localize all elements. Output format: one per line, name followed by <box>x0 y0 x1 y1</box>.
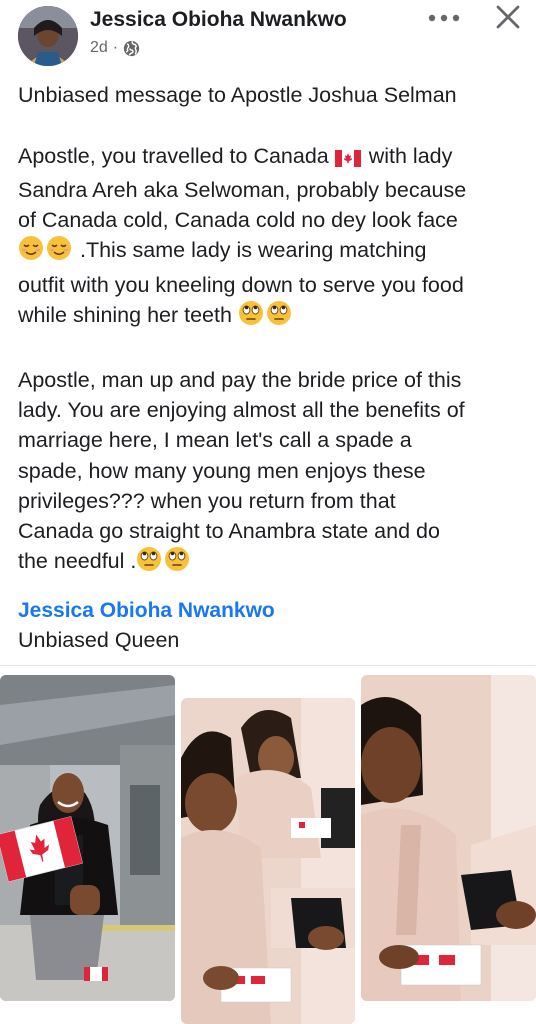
close-button[interactable] <box>488 0 528 34</box>
post-line: outfit with you kneeling down to serve y… <box>18 272 464 297</box>
eye-roll-emoji <box>238 300 264 334</box>
post-line: privileges??? when you return from that <box>18 488 396 513</box>
post-line: Apostle, man up and pay the bride price … <box>18 367 462 392</box>
post-line: Apostle, you travelled to Canada with la… <box>18 141 523 175</box>
eye-roll-emoji <box>164 546 190 580</box>
signature-name-link[interactable]: Jessica Obioha Nwankwo <box>18 599 275 623</box>
author-name[interactable]: Jessica Obioha Nwankwo <box>90 8 347 32</box>
more-options-button[interactable] <box>420 4 468 32</box>
divider <box>0 665 536 666</box>
meta-separator: · <box>112 39 119 56</box>
globe-icon <box>123 40 140 57</box>
relieved-face-emoji <box>46 235 72 269</box>
post-body: Unbiased message to Apostle Joshua Selma… <box>18 80 523 581</box>
post-line: of Canada cold, Canada cold no dey look … <box>18 208 458 233</box>
post-line: the needful . <box>18 546 523 580</box>
eye-roll-emoji <box>266 300 292 334</box>
signature-title: Unbiased Queen <box>18 628 180 652</box>
post-header: Jessica Obioha Nwankwo 2d · <box>0 0 536 70</box>
more-horizontal-icon <box>428 14 460 22</box>
close-icon <box>496 5 520 29</box>
canada-flag-emoji <box>334 145 361 175</box>
post-line: Sandra Areh aka Selwoman, probably becau… <box>18 177 467 202</box>
post-line: Unbiased message to Apostle Joshua Selma… <box>18 83 457 107</box>
post-meta: 2d · <box>90 39 140 57</box>
avatar[interactable] <box>18 6 78 66</box>
post-line: Canada go straight to Anambra state and … <box>18 519 440 544</box>
post-line: .This same lady is wearing matching <box>18 235 523 269</box>
eye-roll-emoji <box>136 546 162 580</box>
photo-women-at-table[interactable] <box>181 698 355 1024</box>
post-line: spade, how many young men enjoys these <box>18 458 426 483</box>
post-line: while shining her teeth <box>18 300 523 334</box>
photo-woman-with-canada-flag[interactable] <box>0 675 175 1001</box>
post-line: lady. You are enjoying almost all the be… <box>18 397 465 422</box>
post-time[interactable]: 2d <box>90 39 108 57</box>
post-line: marriage here, I mean let's call a spade… <box>18 428 412 453</box>
photo-woman-serving-food[interactable] <box>361 675 536 1001</box>
relieved-face-emoji <box>18 235 44 269</box>
